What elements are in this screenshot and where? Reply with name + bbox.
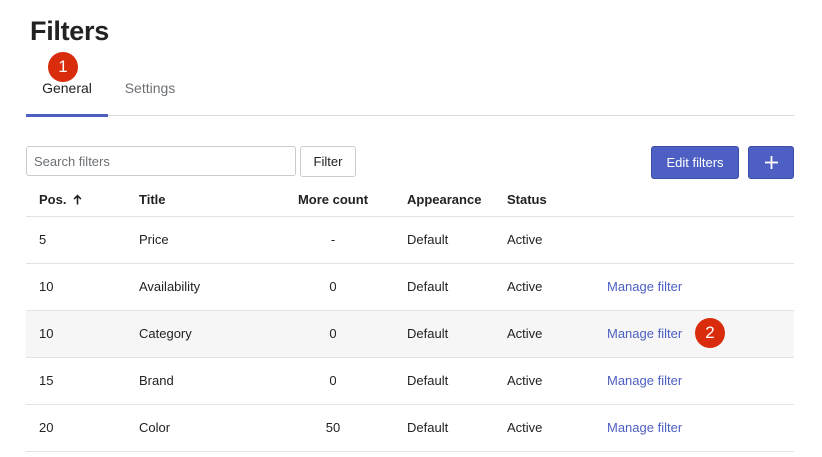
cell-title: Color <box>139 420 171 435</box>
filters-table: Pos. Title More count Appearance Status … <box>26 184 794 452</box>
cell-pos: 10 <box>39 279 54 294</box>
cell-appearance: Default <box>407 373 449 388</box>
column-header-status[interactable]: Status <box>507 184 547 215</box>
manage-filter-link[interactable]: Manage filter <box>607 405 682 451</box>
column-header-pos-label: Pos. <box>39 192 67 207</box>
table-row: 10 Category 0 Default Active Manage filt… <box>26 311 794 358</box>
column-header-appearance[interactable]: Appearance <box>407 184 481 215</box>
filters-page: Filters General Settings 1 Filter Edit f… <box>0 0 822 457</box>
table-row: 15 Brand 0 Default Active Manage filter <box>26 358 794 405</box>
cell-pos: 5 <box>39 232 47 247</box>
column-header-title[interactable]: Title <box>139 184 166 215</box>
cell-appearance: Default <box>407 232 449 247</box>
table-row: 5 Price - Default Active <box>26 217 794 264</box>
table-header: Pos. Title More count Appearance Status <box>26 184 794 217</box>
cell-more-count: 50 <box>325 420 341 435</box>
table-row: 20 Color 50 Default Active Manage filter <box>26 405 794 452</box>
cell-title: Availability <box>139 279 201 294</box>
cell-more-count: 0 <box>329 326 337 341</box>
cell-pos: 15 <box>39 373 54 388</box>
cell-appearance: Default <box>407 326 449 341</box>
step-badge-1: 1 <box>48 52 78 82</box>
column-header-more-count[interactable]: More count <box>288 184 378 215</box>
cell-title: Category <box>139 326 192 341</box>
cell-title: Price <box>139 232 169 247</box>
filter-button[interactable]: Filter <box>300 146 356 177</box>
manage-filter-link[interactable]: Manage filter <box>607 358 682 404</box>
edit-filters-button[interactable]: Edit filters <box>651 146 739 179</box>
cell-status: Active <box>507 279 543 294</box>
tab-bar: General Settings <box>26 70 794 117</box>
column-header-pos[interactable]: Pos. <box>39 184 82 215</box>
page-title: Filters <box>30 16 109 46</box>
cell-pos: 10 <box>39 326 54 341</box>
cell-title: Brand <box>139 373 174 388</box>
cell-status: Active <box>507 326 543 341</box>
cell-status: Active <box>507 232 543 247</box>
cell-more-count: 0 <box>329 279 337 294</box>
cell-pos: 20 <box>39 420 54 435</box>
add-filter-button[interactable] <box>748 146 794 179</box>
search-input[interactable] <box>26 146 296 176</box>
cell-appearance: Default <box>407 420 449 435</box>
cell-more-count: 0 <box>329 373 337 388</box>
cell-more-count: - <box>330 232 336 247</box>
cell-status: Active <box>507 373 543 388</box>
cell-status: Active <box>507 420 543 435</box>
tab-settings[interactable]: Settings <box>108 70 192 116</box>
table-row: 10 Availability 0 Default Active Manage … <box>26 264 794 311</box>
manage-filter-link[interactable]: Manage filter <box>607 311 682 357</box>
arrow-up-icon <box>73 194 82 205</box>
plus-icon <box>765 156 778 169</box>
cell-appearance: Default <box>407 279 449 294</box>
manage-filter-link[interactable]: Manage filter <box>607 264 682 310</box>
step-badge-2: 2 <box>695 318 725 348</box>
